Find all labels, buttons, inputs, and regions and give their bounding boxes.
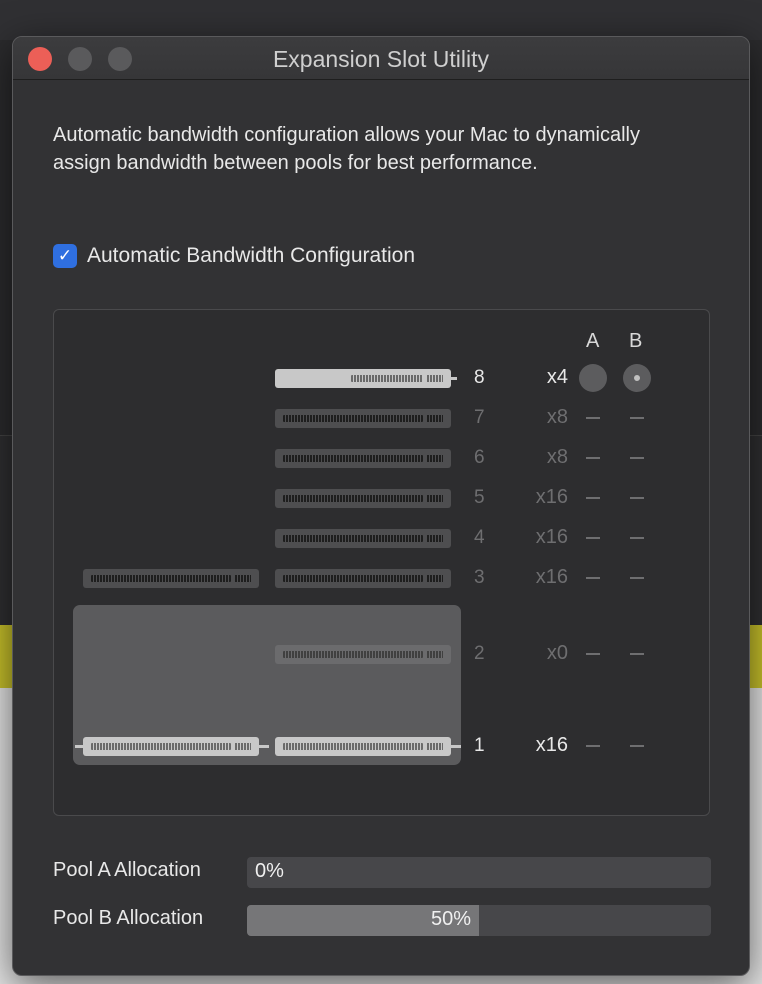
pcie-slot-3 xyxy=(275,569,451,588)
radio-selected-dot xyxy=(634,375,640,381)
pool-b-radio[interactable] xyxy=(623,364,651,392)
pool-a-dash xyxy=(586,577,600,579)
slot-bandwidth: x16 xyxy=(535,486,568,508)
expansion-slot-utility-window: Expansion Slot Utility Automatic bandwid… xyxy=(12,36,750,976)
pcie-slot-2 xyxy=(275,645,451,664)
pcie-slot-8 xyxy=(275,369,451,388)
slot-pins xyxy=(283,535,423,542)
slot-key xyxy=(235,743,251,750)
slot-pins xyxy=(283,743,423,750)
pool-b-dash xyxy=(630,497,644,499)
slot-key xyxy=(427,415,443,422)
slot-number: 2 xyxy=(474,643,485,664)
slot-number: 7 xyxy=(474,407,485,428)
pool-a-bar: 0% xyxy=(247,857,711,888)
pcie-slot-4 xyxy=(275,529,451,548)
pool-a-dash xyxy=(586,497,600,499)
slot-bandwidth: x8 xyxy=(546,446,568,468)
column-header-a: A xyxy=(586,330,600,352)
pool-b-bar: 50% xyxy=(247,905,711,936)
pool-a-dash xyxy=(586,653,600,655)
slot-pins xyxy=(283,415,423,422)
slot-number: 5 xyxy=(474,487,485,508)
slot-number: 4 xyxy=(474,527,485,548)
slot-pins xyxy=(283,455,423,462)
pcie-slot-7 xyxy=(275,409,451,428)
auto-config-checkbox[interactable]: ✓ xyxy=(53,244,77,268)
pool-a-dash xyxy=(586,417,600,419)
slot-connector xyxy=(451,377,457,380)
slot-bandwidth: x0 xyxy=(546,642,568,664)
slot-connector xyxy=(451,745,461,748)
slot-pins xyxy=(283,575,423,582)
pool-a-radio[interactable] xyxy=(579,364,607,392)
title-bar[interactable]: Expansion Slot Utility xyxy=(13,37,749,80)
pool-b-dash xyxy=(630,457,644,459)
column-header-b: B xyxy=(629,330,643,352)
slot-pins xyxy=(91,743,231,750)
slot-key xyxy=(427,455,443,462)
pool-a-dash xyxy=(586,457,600,459)
slot-number: 1 xyxy=(474,735,485,756)
pool-a-label: Pool A Allocation xyxy=(53,859,201,881)
slot-bandwidth: x4 xyxy=(546,366,568,388)
slot-pins xyxy=(91,575,231,582)
slot-number: 6 xyxy=(474,447,485,468)
slot-bandwidth: x16 xyxy=(535,734,568,756)
desktop-background xyxy=(0,0,762,40)
slot-number: 3 xyxy=(474,567,485,588)
auto-config-label[interactable]: Automatic Bandwidth Configuration xyxy=(87,244,415,268)
slot-key xyxy=(235,575,251,582)
slot-bandwidth: x16 xyxy=(535,566,568,588)
pcie-slot-3-card xyxy=(83,569,259,588)
window-title: Expansion Slot Utility xyxy=(272,46,490,72)
pool-b-value: 50% xyxy=(430,908,471,930)
pool-b-dash xyxy=(630,417,644,419)
slot-pins xyxy=(351,375,423,382)
slot-connector xyxy=(75,745,83,748)
slot-diagram-panel: A B 8 x4 7 x8 6 x8 5 x16 4 x16 3 x16 2 x0 1 x16 xyxy=(53,309,710,816)
slot-connector xyxy=(259,745,269,748)
slot-key xyxy=(427,743,443,750)
slot-key xyxy=(427,535,443,542)
pool-b-dash xyxy=(630,577,644,579)
slot-key xyxy=(427,495,443,502)
slot-key xyxy=(427,375,443,382)
slot-pins xyxy=(283,651,423,658)
slot-bandwidth: x8 xyxy=(546,406,568,428)
slot-bandwidth: x16 xyxy=(535,526,568,548)
pcie-slot-1-card xyxy=(83,737,259,756)
pool-a-dash xyxy=(586,745,600,747)
pcie-slot-1 xyxy=(275,737,451,756)
pool-b-dash xyxy=(630,653,644,655)
pool-b-dash xyxy=(630,745,644,747)
pcie-slot-5 xyxy=(275,489,451,508)
checkmark-icon: ✓ xyxy=(57,246,73,265)
pool-a-value: 0% xyxy=(255,860,284,882)
slot-number: 8 xyxy=(474,367,485,388)
description-text: Automatic bandwidth configuration allows… xyxy=(53,124,640,174)
pool-b-dash xyxy=(630,537,644,539)
pool-a-dash xyxy=(586,537,600,539)
auto-config-row[interactable]: ✓ Automatic Bandwidth Configuration xyxy=(53,244,415,268)
slot-key xyxy=(427,575,443,582)
pool-b-label: Pool B Allocation xyxy=(53,907,204,929)
slot-pins xyxy=(283,495,423,502)
slot-key xyxy=(427,651,443,658)
pcie-slot-6 xyxy=(275,449,451,468)
